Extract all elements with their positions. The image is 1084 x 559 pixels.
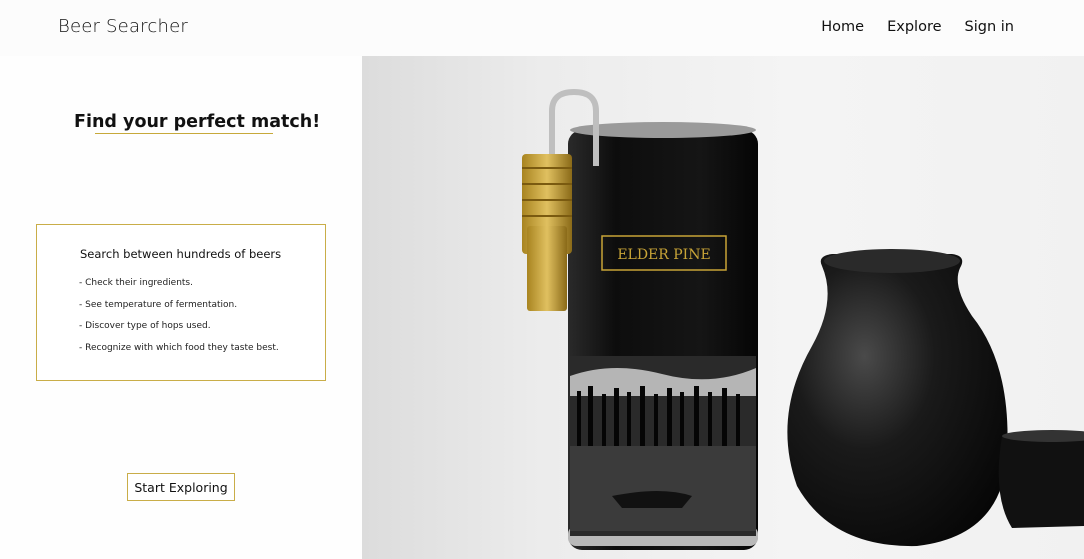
hero-headline: Find your perfect match! <box>74 112 321 132</box>
sake-cup <box>998 434 1084 528</box>
features-card: Search between hundreds of beers - Check… <box>36 224 326 381</box>
sake-bottle <box>787 254 1008 547</box>
main-nav: Home Explore Sign in <box>821 19 1014 35</box>
top-nav-bar: Beer Searcher Home Explore Sign in <box>0 0 1084 56</box>
feature-item-fermentation: - See temperature of fermentation. <box>79 299 238 310</box>
start-exploring-button[interactable]: Start Exploring <box>127 473 235 501</box>
features-title: Search between hundreds of beers <box>80 247 282 261</box>
nav-explore-link[interactable]: Explore <box>887 19 941 35</box>
site-logo[interactable]: Beer Searcher <box>58 16 188 37</box>
headline-underline <box>95 133 273 134</box>
nav-sign-in-link[interactable]: Sign in <box>965 19 1014 35</box>
can-brand-label: ELDER PINE <box>617 247 710 263</box>
nav-home-link[interactable]: Home <box>821 19 864 35</box>
feature-item-hops: - Discover type of hops used. <box>79 321 211 331</box>
hero-product-photo: ELDER PINE <box>362 56 1084 559</box>
beer-can-and-sake-bottle-image: ELDER PINE <box>522 88 1084 550</box>
features-list: - Check their ingredients. - See tempera… <box>79 277 279 363</box>
feature-item-ingredients: - Check their ingredients. <box>79 278 193 288</box>
feature-item-food-pairing: - Recognize with which food they taste b… <box>79 342 279 353</box>
